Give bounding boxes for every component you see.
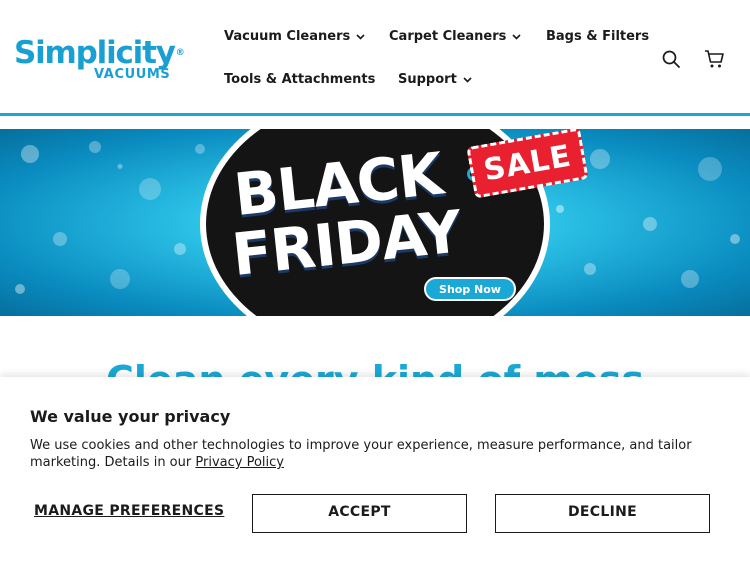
cart-icon[interactable] [704, 49, 726, 71]
accept-button[interactable]: ACCEPT [252, 494, 467, 533]
cookie-consent-banner: We value your privacy We use cookies and… [0, 377, 750, 563]
chevron-down-icon [511, 31, 522, 42]
nav-item-label: Tools & Attachments [224, 72, 376, 87]
site-header: Simplicity® VACUUMS Vacuum Cleaners Carp… [0, 0, 750, 116]
nav-item-tools-attachments[interactable]: Tools & Attachments [224, 72, 375, 87]
sale-tag-label: SALE [480, 138, 575, 188]
nav-item-label: Support [398, 72, 457, 87]
nav-item-support[interactable]: Support [398, 72, 473, 87]
nav-item-bags-filters[interactable]: Bags & Filters [546, 29, 649, 44]
manage-preferences-button[interactable]: MANAGE PREFERENCES [34, 503, 224, 519]
nav-item-vacuum-cleaners[interactable]: Vacuum Cleaners [224, 29, 366, 44]
logo-wordmark: Simplicity [14, 35, 176, 71]
logo-trademark: ® [175, 48, 185, 58]
cookie-title: We value your privacy [30, 407, 231, 426]
chevron-down-icon [462, 74, 473, 85]
logo-subtitle: VACUUMS [94, 67, 171, 82]
cookie-description: We use cookies and other technologies to… [30, 437, 710, 471]
search-icon[interactable] [661, 49, 683, 71]
black-friday-banner[interactable]: BLACK FRIDAY SALE Shop Now [0, 129, 750, 316]
nav-item-carpet-cleaners[interactable]: Carpet Cleaners [389, 29, 522, 44]
simplicity-logo[interactable]: Simplicity® VACUUMS [14, 36, 190, 86]
cookie-description-text: We use cookies and other technologies to… [30, 438, 692, 470]
shop-now-button[interactable]: Shop Now [424, 277, 516, 301]
main-nav: Vacuum Cleaners Carpet Cleaners Bags & F… [224, 0, 664, 116]
nav-item-label: Bags & Filters [546, 29, 650, 44]
decline-button[interactable]: DECLINE [495, 494, 710, 533]
nav-item-label: Vacuum Cleaners [224, 29, 351, 44]
chevron-down-icon [355, 31, 366, 42]
privacy-policy-link[interactable]: Privacy Policy [195, 455, 284, 470]
nav-item-label: Carpet Cleaners [389, 29, 507, 44]
